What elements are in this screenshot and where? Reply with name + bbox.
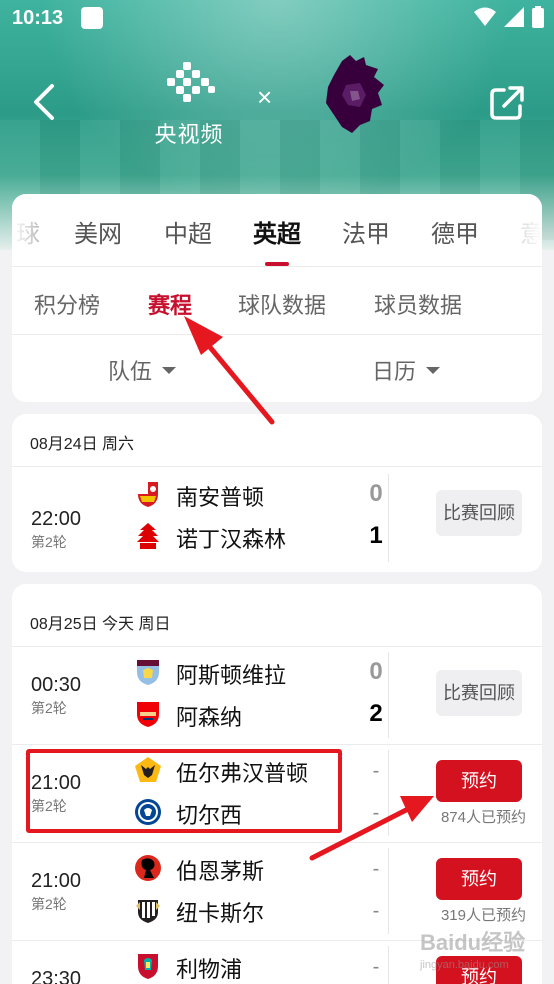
home-team: 阿斯顿维拉 [176,663,287,688]
reserve-button[interactable]: 预约 [436,760,522,802]
match-time: 23:30 [31,968,82,984]
status-time: 10:13 [12,7,64,29]
home-team: 南安普顿 [176,485,265,510]
tab-ligue1[interactable]: 法甲 [342,214,390,249]
annotation-highlight-box [26,749,342,833]
day-card-0824: 08月24日 周六 22:00 第2轮 南安普顿 诺丁汉森林 0 1 比赛回顾 [12,414,542,572]
tab-bundesliga[interactable]: 德甲 [431,214,479,249]
away-score: 1 [369,522,383,549]
home-score: 0 [369,658,383,685]
cctv-logo-icon [167,62,215,102]
caret-down-icon [426,366,441,374]
share-icon[interactable] [488,84,526,122]
times-sign: × [257,82,273,112]
team-filter-label: 队伍 [108,359,153,384]
premier-league-lion-icon [326,55,384,133]
away-team: 阿森纳 [176,705,243,730]
match-row[interactable]: 00:30 第2轮 阿斯顿维拉 阿森纳 0 2 比赛回顾 [12,646,542,744]
caret-down-icon [162,366,177,374]
home-team: 利物浦 [176,957,243,982]
away-score: 2 [369,700,383,727]
replay-button[interactable]: 比赛回顾 [436,670,522,716]
away-team: 诺丁汉森林 [176,527,287,552]
home-score: - [372,858,380,880]
subtab-schedule[interactable]: 赛程 [148,288,192,320]
calendar-filter-label: 日历 [372,359,417,384]
away-team: 纽卡斯尔 [176,901,265,926]
match-time: 22:00 [31,508,82,530]
nottingham-forest-crest-icon [137,523,159,549]
match-row[interactable]: 22:00 第2轮 南安普顿 诺丁汉森林 0 1 比赛回顾 [12,466,542,572]
match-time: 00:30 [31,674,82,696]
liverpool-crest-icon [138,954,158,979]
match-time: 21:00 [31,870,82,892]
reserve-count: 319人已预约 [440,907,526,924]
subtab-player-stats[interactable]: 球员数据 [374,288,462,320]
date-header: 08月25日 今天 周日 [30,616,171,633]
reserve-count: 874人已预约 [440,809,526,826]
battery-icon [532,6,544,28]
calendar-filter[interactable]: 日历 [372,354,441,386]
tab-csl[interactable]: 中超 [164,214,212,249]
watermark-text: Baidu经验 [420,930,526,955]
newcastle-crest-icon [136,900,160,923]
team-filter[interactable]: 队伍 [108,354,177,386]
status-bar: 10:13 [0,0,554,40]
back-arrow-icon[interactable] [28,82,62,122]
tab-premier-league[interactable]: 英超 [253,214,301,249]
home-team: 伯恩茅斯 [176,859,265,884]
notification-icon [81,7,103,29]
away-score: - [372,802,380,824]
aston-villa-crest-icon [137,660,159,685]
baidu-watermark: Baidu经验 jingyan.baidu.com [420,925,525,971]
match-round: 第2轮 [31,534,67,550]
match-round: 第2轮 [31,896,67,912]
bournemouth-crest-icon [135,855,161,881]
match-round: 第2轮 [31,700,67,716]
watermark-sub: jingyan.baidu.com [420,959,509,971]
subtab-standings[interactable]: 积分榜 [34,288,100,320]
tab-us-open[interactable]: 美网 [74,214,122,249]
cctv-video-logo: 央视频 [148,62,230,149]
replay-button[interactable]: 比赛回顾 [436,490,522,536]
home-score: - [372,760,380,782]
date-header: 08月24日 周六 [30,436,135,453]
subtab-team-stats[interactable]: 球队数据 [238,288,326,320]
arsenal-crest-icon [137,702,159,727]
reserve-button[interactable]: 预约 [436,858,522,900]
league-tabs: 球 美网 中超 英超 法甲 德甲 意 [12,194,544,266]
home-score: 0 [369,480,383,507]
wifi-icon [474,7,496,26]
brand-label: 央视频 [154,122,224,147]
signal-icon [504,7,524,27]
southampton-crest-icon [138,482,158,507]
league-nav-card: 球 美网 中超 英超 法甲 德甲 意 积分榜 赛程 球队数据 球员数据 队伍 日… [12,194,544,402]
home-score: - [372,956,380,978]
away-score: - [372,900,380,922]
